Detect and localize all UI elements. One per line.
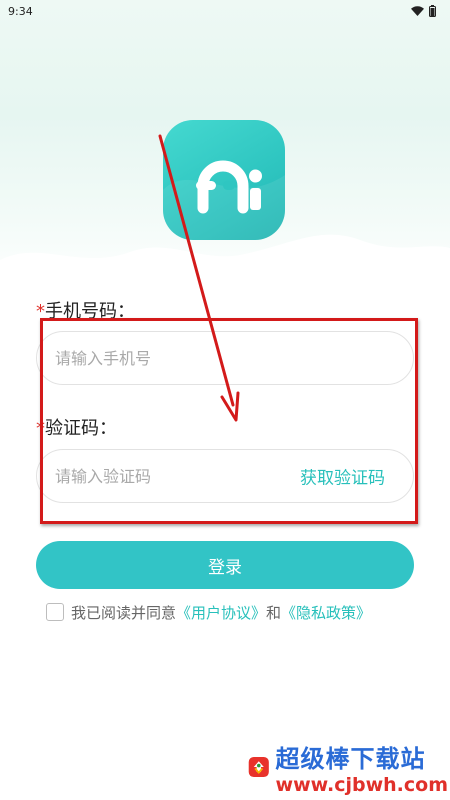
status-bar: 9:34 xyxy=(0,0,450,22)
privacy-policy-link[interactable]: 《隐私政策》 xyxy=(281,602,371,623)
required-mark: * xyxy=(36,418,45,439)
required-mark: * xyxy=(36,301,45,322)
status-icons xyxy=(411,5,436,17)
wifi-icon xyxy=(411,6,424,16)
code-label: *验证码： xyxy=(36,414,117,440)
agreement-and: 和 xyxy=(266,603,282,622)
download-site-logo-icon xyxy=(248,756,269,778)
battery-icon xyxy=(429,5,436,17)
watermark-title: 超级棒下载站 xyxy=(275,744,426,773)
agreement-checkbox[interactable] xyxy=(46,603,64,621)
ai-logo-icon xyxy=(163,160,285,240)
code-input-box[interactable]: 获取验证码 xyxy=(36,449,414,503)
phone-label-text: 手机号码： xyxy=(45,301,135,322)
status-time: 9:34 xyxy=(8,4,33,18)
watermark-url: www.cjbwh.com xyxy=(275,773,448,796)
phone-label: *手机号码： xyxy=(36,297,135,323)
code-label-text: 验证码： xyxy=(45,418,117,439)
phone-input[interactable] xyxy=(55,348,275,368)
agreement-prefix: 我已阅读并同意 xyxy=(71,603,177,622)
watermark: 超级棒下载站 www.cjbwh.com xyxy=(248,735,448,799)
app-logo xyxy=(163,120,285,240)
login-button[interactable]: 登录 xyxy=(36,541,414,589)
user-agreement-link[interactable]: 《用户协议》 xyxy=(176,602,266,623)
code-input[interactable] xyxy=(55,466,275,486)
agreement-row: 我已阅读并同意 《用户协议》 和 《隐私政策》 xyxy=(46,601,371,623)
get-code-button[interactable]: 获取验证码 xyxy=(300,464,385,489)
phone-input-box[interactable] xyxy=(36,331,414,385)
